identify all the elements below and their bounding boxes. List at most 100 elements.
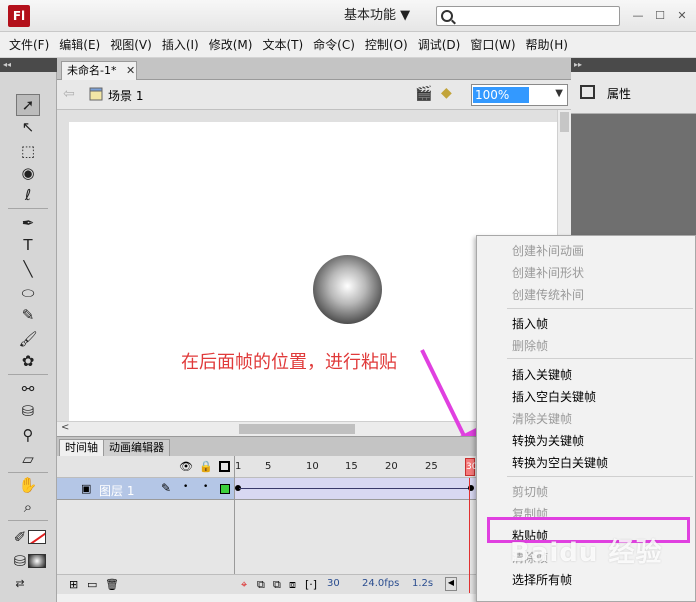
annotation-text: 在后面帧的位置，进行粘贴 [181,352,397,373]
edit-scene-icon[interactable]: 🎬 [415,86,432,102]
center-frame-icon[interactable]: ⌖ [241,578,247,592]
new-layer-icon[interactable]: ⊞ [69,578,78,591]
bone-tool-icon[interactable]: ⚯ [16,378,40,400]
selection-tool-icon[interactable]: ➚ [16,94,40,116]
frame-rate[interactable]: 24.0fps [362,578,399,589]
eraser-tool-icon[interactable]: ▱ [16,448,40,470]
menu-item-clear-keyframe[interactable]: 清除关键帧 [512,410,572,427]
tab-motion-editor[interactable]: 动画编辑器 [103,439,170,457]
workspace-switcher[interactable]: 基本功能 ▼ [344,5,428,27]
zoom-value[interactable]: 100% [473,87,529,103]
eyedropper-tool-icon[interactable]: ⚲ [16,424,40,446]
swap-colors-icon[interactable]: ⇄ [8,572,32,594]
frame-number: 10 [306,461,319,472]
menu-item-create-classic-tween[interactable]: 创建传统补间 [512,286,584,303]
menu-view[interactable]: 视图(V) [105,32,157,58]
gradient-circle-shape[interactable] [313,255,382,324]
minimize-button[interactable]: — [630,8,646,24]
onion-outline-icon[interactable]: ⧉ [273,578,281,592]
subselection-tool-icon[interactable]: ↖ [16,116,40,138]
scrollbar-thumb[interactable] [560,112,569,132]
chevron-down-icon[interactable]: ▼ [555,88,563,99]
tab-timeline[interactable]: 时间轴 [59,439,104,457]
stroke-color-swatch[interactable] [28,530,46,544]
close-icon[interactable]: ✕ [126,62,135,79]
frame-number: 15 [345,461,358,472]
menu-item-convert-to-keyframes[interactable]: 转换为关键帧 [512,432,584,449]
fill-color-swatch[interactable] [28,554,46,568]
menu-insert[interactable]: 插入(I) [157,32,204,58]
zoom-tool-icon[interactable]: ⌕ [16,496,40,518]
menu-divider [507,308,693,309]
edit-symbols-icon[interactable]: ◆ [441,85,452,101]
menu-debug[interactable]: 调试(D) [413,32,466,58]
scroll-left-icon[interactable]: < [61,422,69,433]
menu-commands[interactable]: 命令(C) [308,32,360,58]
paint-bucket-tool-icon[interactable]: ⛁ [16,400,40,422]
lock-icon[interactable]: 🔒 [199,460,213,473]
new-folder-icon[interactable]: ▭ [87,578,97,591]
document-tabbar: 未命名-1* ✕ [57,58,571,80]
pencil-icon: ✎ [161,481,172,495]
menu-item-select-all-frames[interactable]: 选择所有帧 [512,571,572,588]
pencil-tool-icon[interactable]: ✎ [16,304,40,326]
toolbar-divider [8,208,48,209]
scene-label[interactable]: 场景 1 [108,87,143,104]
menu-item-cut-frames[interactable]: 剪切帧 [512,483,548,500]
search-icon [441,10,453,22]
scroll-left-icon[interactable]: ◀ [445,577,457,591]
text-tool-icon[interactable]: T [16,234,40,256]
menu-window[interactable]: 窗口(W) [465,32,520,58]
frame-number: 25 [425,461,438,472]
delete-icon[interactable]: 🗑 [105,578,119,591]
menu-edit[interactable]: 编辑(E) [54,32,105,58]
playhead[interactable]: 30 [465,458,477,476]
menu-modify[interactable]: 修改(M) [204,32,258,58]
menu-help[interactable]: 帮助(H) [521,32,573,58]
outline-color-icon[interactable] [220,484,230,494]
menu-item-insert-keyframe[interactable]: 插入关键帧 [512,366,572,383]
edit-multiple-icon[interactable]: ⧈ [289,578,296,592]
lasso-tool-icon[interactable]: ℓ [16,184,40,206]
menu-text[interactable]: 文本(T) [257,32,308,58]
menu-item-convert-to-blank-keyframes[interactable]: 转换为空白关键帧 [512,454,608,471]
hand-tool-icon[interactable]: ✋ [16,474,40,496]
menu-item-insert-blank-keyframe[interactable]: 插入空白关键帧 [512,388,596,405]
layer-row[interactable]: ▣ 图层 1 ✎ • • [57,478,235,500]
onion-markers-icon[interactable]: [·] [305,578,317,591]
menu-file[interactable]: 文件(F) [4,32,54,58]
oval-tool-icon[interactable]: ⬭ [16,282,40,304]
pen-tool-icon[interactable]: ✒ [16,212,40,234]
outline-icon[interactable] [219,461,230,472]
menu-item-insert-frame[interactable]: 插入帧 [512,315,548,332]
line-tool-icon[interactable]: ╲ [16,258,40,280]
brush-tool-icon[interactable]: 🖌 [16,328,40,350]
3d-rotation-tool-icon[interactable]: ◉ [16,162,40,184]
lock-dot-icon[interactable]: • [203,482,208,492]
collapse-icon[interactable]: ◂◂ [0,58,57,72]
layer-name[interactable]: 图层 1 [99,482,134,499]
frame-number: 1 [235,461,242,472]
tab-properties[interactable]: 属性 [571,72,696,114]
menu-item-create-motion-tween[interactable]: 创建补间动画 [512,242,584,259]
search-input[interactable] [436,6,620,26]
menu-item-remove-frames[interactable]: 删除帧 [512,337,548,354]
free-transform-tool-icon[interactable]: ⬚ [16,140,40,162]
menu-item-create-shape-tween[interactable]: 创建补间形状 [512,264,584,281]
eye-icon[interactable]: 👁 [179,460,193,473]
back-arrow-icon[interactable]: ⇦ [63,86,75,102]
current-frame[interactable]: 30 [327,578,340,589]
deco-tool-icon[interactable]: ✿ [16,350,40,372]
document-tab[interactable]: 未命名-1* ✕ [61,61,137,80]
close-button[interactable]: ✕ [674,8,690,24]
toolbar-divider [8,374,48,375]
scrollbar-thumb[interactable] [239,424,355,434]
frame-number: 5 [265,461,272,472]
restore-button[interactable]: ☐ [652,8,668,24]
zoom-select[interactable]: 100% ▼ [471,84,568,106]
onion-skin-icon[interactable]: ⧉ [257,578,265,592]
menu-control[interactable]: 控制(O) [360,32,413,58]
playhead-line [469,478,470,593]
visibility-dot-icon[interactable]: • [183,482,188,492]
expand-icon[interactable]: ▸▸ [571,58,696,72]
